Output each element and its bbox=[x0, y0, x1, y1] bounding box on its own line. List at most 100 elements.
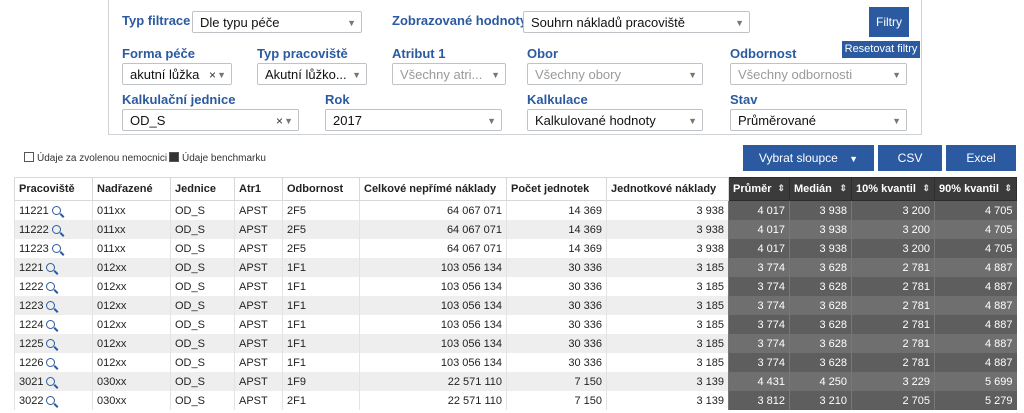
cell-value: 22 571 110 bbox=[447, 375, 502, 388]
table-cell[interactable]: 3021 bbox=[14, 372, 93, 391]
cell-value: 3 938 bbox=[696, 242, 724, 255]
cell-value: 4 887 bbox=[984, 299, 1013, 312]
sort-icon[interactable]: ⇕ bbox=[839, 183, 847, 194]
cell-value: 1221 bbox=[19, 261, 44, 274]
cell-value: 1223 bbox=[19, 299, 44, 312]
column-header[interactable]: Průměr ⇕ bbox=[728, 177, 790, 201]
kalkulacni-jednice-label: Kalkulační jednice bbox=[122, 92, 236, 107]
column-header[interactable]: 10% kvantil ⇕ bbox=[851, 177, 935, 201]
vybrat-sloupce-button[interactable]: Vybrat sloupce ▼ bbox=[743, 145, 874, 171]
search-icon[interactable] bbox=[46, 281, 56, 291]
table-row: 11221 011xx OD_S APST 2F5 64 067 071 14 369 3 9… bbox=[14, 200, 1017, 220]
table-cell[interactable]: 1221 bbox=[14, 258, 93, 277]
table-cell: 3 774 bbox=[728, 296, 790, 315]
search-icon[interactable] bbox=[46, 376, 56, 386]
rok-select[interactable]: 2017 ▼ bbox=[325, 109, 502, 131]
table-cell: 012xx bbox=[92, 296, 171, 315]
search-icon[interactable] bbox=[46, 395, 56, 405]
table-cell[interactable]: 1226 bbox=[14, 353, 93, 372]
table-cell: 4 705 bbox=[934, 239, 1017, 258]
legend-own-label: Údaje za zvolenou nemocnici bbox=[37, 153, 168, 164]
table-cell[interactable]: 1225 bbox=[14, 334, 93, 353]
column-header[interactable]: Celkové nepřímé náklady bbox=[359, 177, 507, 201]
obor-select[interactable]: Všechny obory ▼ bbox=[527, 63, 703, 85]
table-cell: 3 938 bbox=[789, 200, 852, 220]
column-header[interactable]: 90% kvantil ⇕ bbox=[934, 177, 1017, 201]
clear-icon[interactable]: × bbox=[276, 110, 283, 130]
table-cell: 4 705 bbox=[934, 200, 1017, 220]
column-header[interactable]: Pracoviště bbox=[14, 177, 93, 201]
sort-icon[interactable]: ⇕ bbox=[922, 183, 930, 194]
table-cell[interactable]: 11221 bbox=[14, 200, 93, 220]
sort-icon[interactable]: ⇕ bbox=[1004, 183, 1012, 194]
table-cell[interactable]: 11223 bbox=[14, 239, 93, 258]
cell-value: 3 938 bbox=[819, 204, 847, 217]
zobrazovane-hodnoty-select[interactable]: Souhrn nákladů pracoviště ▼ bbox=[523, 11, 750, 33]
cell-value: 14 369 bbox=[568, 204, 602, 217]
search-icon[interactable] bbox=[51, 224, 61, 234]
cell-value: 3 628 bbox=[819, 356, 847, 369]
table-cell: APST bbox=[234, 315, 283, 334]
column-header[interactable]: Počet jednotek bbox=[506, 177, 607, 201]
chevron-down-icon: ▼ bbox=[735, 18, 744, 28]
typ-pracoviste-select[interactable]: Akutní lůžko... ▼ bbox=[257, 63, 367, 85]
table-cell: 011xx bbox=[92, 200, 171, 220]
table-cell[interactable]: 3022 bbox=[14, 391, 93, 410]
atribut1-select[interactable]: Všechny atri... ▼ bbox=[392, 63, 506, 85]
column-header[interactable]: Medián ⇕ bbox=[789, 177, 852, 201]
search-icon[interactable] bbox=[46, 357, 56, 367]
excel-button[interactable]: Excel bbox=[946, 145, 1016, 171]
csv-button[interactable]: CSV bbox=[878, 145, 942, 171]
filtry-button[interactable]: Filtry bbox=[869, 7, 909, 37]
column-header-label: Celkové nepřímé náklady bbox=[364, 183, 497, 195]
table-cell: OD_S bbox=[170, 296, 235, 315]
kalkulace-select[interactable]: Kalkulované hodnoty ▼ bbox=[527, 109, 703, 131]
table-cell[interactable]: 1222 bbox=[14, 277, 93, 296]
cell-value: 1F1 bbox=[287, 318, 306, 331]
cell-value: 2 781 bbox=[902, 299, 930, 312]
table-cell: 30 336 bbox=[506, 277, 607, 296]
table-cell[interactable]: 1224 bbox=[14, 315, 93, 334]
column-header[interactable]: Jednice bbox=[170, 177, 235, 201]
kalkulacni-jednice-select[interactable]: OD_S × ▼ bbox=[122, 109, 299, 131]
table-cell: 7 150 bbox=[506, 372, 607, 391]
atribut1-label: Atribut 1 bbox=[392, 46, 446, 61]
cell-value: 103 056 134 bbox=[440, 280, 502, 293]
cell-value: APST bbox=[239, 204, 268, 217]
odbornost-select[interactable]: Všechny odbornosti ▼ bbox=[730, 63, 907, 85]
chevron-down-icon: ▼ bbox=[352, 70, 361, 80]
cell-value: APST bbox=[239, 337, 268, 350]
reset-filters-button[interactable]: Resetovat filtry bbox=[842, 41, 920, 58]
column-header[interactable]: Nadřazené bbox=[92, 177, 171, 201]
cell-value: 011xx bbox=[97, 242, 126, 255]
clear-icon[interactable]: × bbox=[209, 64, 216, 84]
cell-value: 2 781 bbox=[902, 318, 930, 331]
sort-icon[interactable]: ⇕ bbox=[777, 183, 785, 194]
search-icon[interactable] bbox=[46, 319, 56, 329]
stav-select[interactable]: Průměrované ▼ bbox=[730, 109, 907, 131]
table-cell: OD_S bbox=[170, 353, 235, 372]
cell-value: 2F1 bbox=[287, 394, 306, 407]
column-header-label: 90% kvantil bbox=[939, 183, 999, 195]
search-icon[interactable] bbox=[46, 262, 56, 272]
search-icon[interactable] bbox=[46, 300, 56, 310]
cell-value: 4 705 bbox=[984, 242, 1013, 255]
column-header[interactable]: Jednotkové náklady bbox=[606, 177, 729, 201]
search-icon[interactable] bbox=[51, 243, 61, 253]
search-icon[interactable] bbox=[46, 338, 56, 348]
forma-pece-select[interactable]: akutní lůžka × ▼ bbox=[122, 63, 232, 85]
table-cell: 1F1 bbox=[282, 334, 360, 353]
cell-value: 3 628 bbox=[819, 261, 847, 274]
table-cell: OD_S bbox=[170, 372, 235, 391]
table-cell: 5 279 bbox=[934, 391, 1017, 410]
column-header-label: Průměr bbox=[733, 183, 772, 195]
table-cell[interactable]: 1223 bbox=[14, 296, 93, 315]
cell-value: 2 781 bbox=[902, 280, 930, 293]
odbornost-placeholder: Všechny odbornosti bbox=[738, 67, 853, 82]
column-header[interactable]: Atr1 bbox=[234, 177, 283, 201]
search-icon[interactable] bbox=[51, 205, 61, 215]
column-header-label: Jednice bbox=[175, 183, 216, 195]
typ-filtrace-select[interactable]: Dle typu péče ▼ bbox=[192, 11, 362, 33]
column-header[interactable]: Odbornost bbox=[282, 177, 360, 201]
table-cell[interactable]: 11222 bbox=[14, 220, 93, 239]
